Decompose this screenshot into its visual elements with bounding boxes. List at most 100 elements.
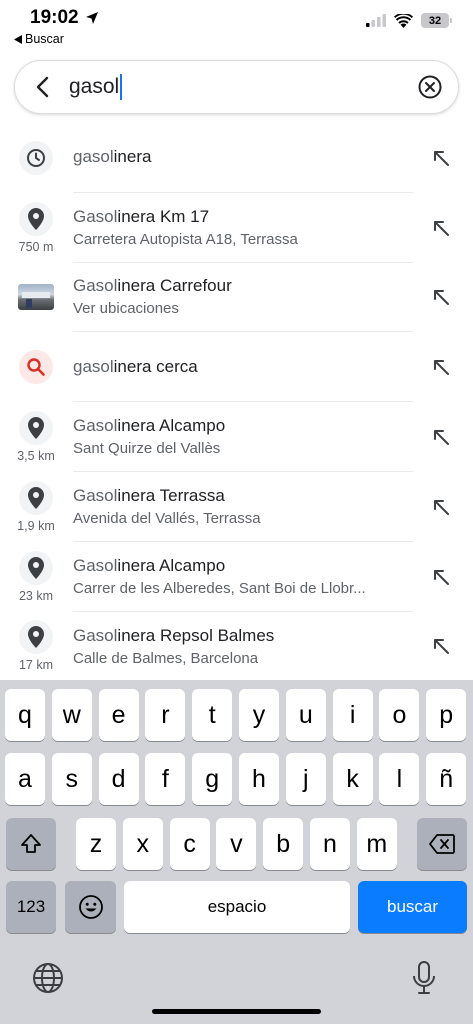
fill-query-button[interactable] (423, 402, 459, 472)
key-ñ[interactable]: ñ (426, 753, 467, 805)
key-c[interactable]: c (169, 818, 210, 870)
fill-query-button[interactable] (423, 193, 459, 263)
suggestion-distance: 17 km (18, 658, 54, 673)
key-r[interactable]: r (145, 689, 186, 741)
arrow-up-left-icon (434, 430, 449, 446)
suggestion-subtitle: Carrer de les Alberedes, Sant Boi de Llo… (73, 579, 366, 597)
search-return-key[interactable]: buscar (358, 881, 467, 933)
wifi-icon (394, 13, 413, 28)
key-l[interactable]: l (379, 753, 420, 805)
fill-query-button[interactable] (423, 332, 459, 402)
key-b[interactable]: b (263, 818, 304, 870)
key-w[interactable]: w (51, 689, 92, 741)
suggestion-row[interactable]: gasolinera (0, 123, 473, 193)
home-indicator[interactable] (152, 1009, 321, 1014)
status-time: 19:02 (30, 7, 99, 29)
text-caret (120, 74, 123, 100)
location-arrow-icon (85, 12, 98, 24)
backspace-key[interactable] (417, 818, 467, 870)
suggestion-row[interactable]: 23 km Gasolinera Alcampo Carrer de les Alb… (0, 542, 473, 612)
key-q[interactable]: q (5, 689, 45, 741)
arrow-up-left-icon (434, 360, 449, 376)
arrow-up-left-icon (434, 220, 449, 236)
arrow-up-left-icon (434, 290, 449, 306)
onscreen-keyboard: 123 espacio buscar qwertyuiop asdfghjklñ z… (0, 680, 473, 1024)
key-t[interactable]: t (192, 689, 233, 741)
chevron-left-icon (36, 76, 49, 98)
suggestion-list: gasolinera 750 m Gasolinera Km 17 Carretera… (0, 123, 473, 681)
emoji-key[interactable] (65, 881, 116, 933)
fill-query-button[interactable] (423, 612, 459, 682)
key-x[interactable]: x (122, 818, 163, 870)
fill-query-button[interactable] (423, 542, 459, 612)
key-m[interactable]: m (356, 818, 397, 870)
key-k[interactable]: k (332, 753, 373, 805)
back-to-app-link[interactable]: Buscar (14, 32, 64, 46)
shift-key[interactable] (6, 818, 56, 870)
suggestion-text: Gasolinera Km 17 Carretera Autopista A18,… (73, 193, 413, 263)
suggestion-subtitle: Sant Quirze del Vallès (73, 440, 221, 458)
suggestion-row[interactable]: 750 m Gasolinera Km 17 Carretera Autopista… (0, 193, 473, 263)
history-icon (19, 140, 53, 175)
suggestion-title-rest: inera Alcampo (117, 416, 226, 436)
suggestion-text: gasolinera cerca (73, 332, 413, 403)
key-z[interactable]: z (76, 818, 116, 870)
key-p[interactable]: p (426, 689, 467, 741)
clear-search-button[interactable] (404, 61, 456, 113)
suggestion-row[interactable]: Gasolinera Carrefour Ver ubicaciones (0, 263, 473, 333)
suggestion-title-match: Gasol (73, 206, 118, 226)
suggestion-leading: 17 km (0, 612, 72, 682)
backspace-icon (429, 834, 455, 854)
place-pin-icon (19, 550, 53, 585)
key-a[interactable]: a (5, 753, 45, 805)
suggestion-leading: 750 m (0, 193, 72, 263)
suggestion-distance: 3,5 km (17, 449, 55, 464)
suggestion-title: Gasolinera Km 17 (73, 207, 413, 227)
globe-button[interactable] (28, 958, 68, 998)
key-g[interactable]: g (192, 753, 233, 805)
key-s[interactable]: s (51, 753, 92, 805)
globe-icon (33, 963, 63, 993)
key-y[interactable]: y (239, 689, 279, 741)
suggestion-title-match: gasol (73, 147, 114, 167)
fill-query-button[interactable] (423, 123, 459, 193)
back-button[interactable] (17, 61, 69, 113)
suggestion-row[interactable]: 17 km Gasolinera Repsol Balmes Calle de Ba… (0, 612, 473, 682)
suggestion-row[interactable]: gasolinera cerca (0, 332, 473, 403)
key-i[interactable]: i (332, 689, 373, 741)
key-j[interactable]: j (285, 753, 326, 805)
suggestion-title: Gasolinera Alcampo (73, 416, 413, 436)
key-h[interactable]: h (239, 753, 279, 805)
suggestion-title-rest: inera Km 17 (117, 206, 210, 226)
suggestion-row[interactable]: 3,5 km Gasolinera Alcampo Sant Quirze del … (0, 402, 473, 472)
numbers-key[interactable]: 123 (6, 881, 56, 933)
space-key[interactable]: espacio (124, 881, 350, 933)
fill-query-button[interactable] (423, 472, 459, 542)
suggestion-title: Gasolinera Carrefour (73, 276, 413, 296)
fill-query-button[interactable] (423, 263, 459, 333)
search-input[interactable]: gasol (69, 74, 404, 100)
suggestion-text: gasolinera (73, 123, 413, 193)
place-pin-icon (19, 201, 53, 236)
suggestion-title-match: Gasol (73, 416, 118, 436)
search-icon (19, 350, 53, 385)
key-f[interactable]: f (145, 753, 186, 805)
back-app-label: Buscar (25, 32, 64, 46)
emoji-face-icon (78, 895, 103, 919)
search-bar: gasol (14, 60, 459, 114)
dictation-button[interactable] (404, 958, 444, 998)
key-o[interactable]: o (379, 689, 420, 741)
key-v[interactable]: v (216, 818, 257, 870)
key-u[interactable]: u (285, 689, 326, 741)
suggestion-leading: 3,5 km (0, 402, 72, 472)
suggestion-title-rest: inera Alcampo (117, 555, 226, 575)
key-n[interactable]: n (310, 818, 350, 870)
suggestion-title-rest: inera Terrassa (117, 485, 225, 505)
suggestion-row[interactable]: 1,9 km Gasolinera Terrassa Avenida del Val… (0, 472, 473, 542)
arrow-up-left-icon (434, 150, 449, 166)
key-d[interactable]: d (98, 753, 139, 805)
key-e[interactable]: e (98, 689, 139, 741)
suggestion-text: Gasolinera Alcampo Carrer de les Alberede… (73, 542, 413, 612)
space-key-label: espacio (207, 897, 267, 916)
place-pin-icon (19, 411, 53, 446)
